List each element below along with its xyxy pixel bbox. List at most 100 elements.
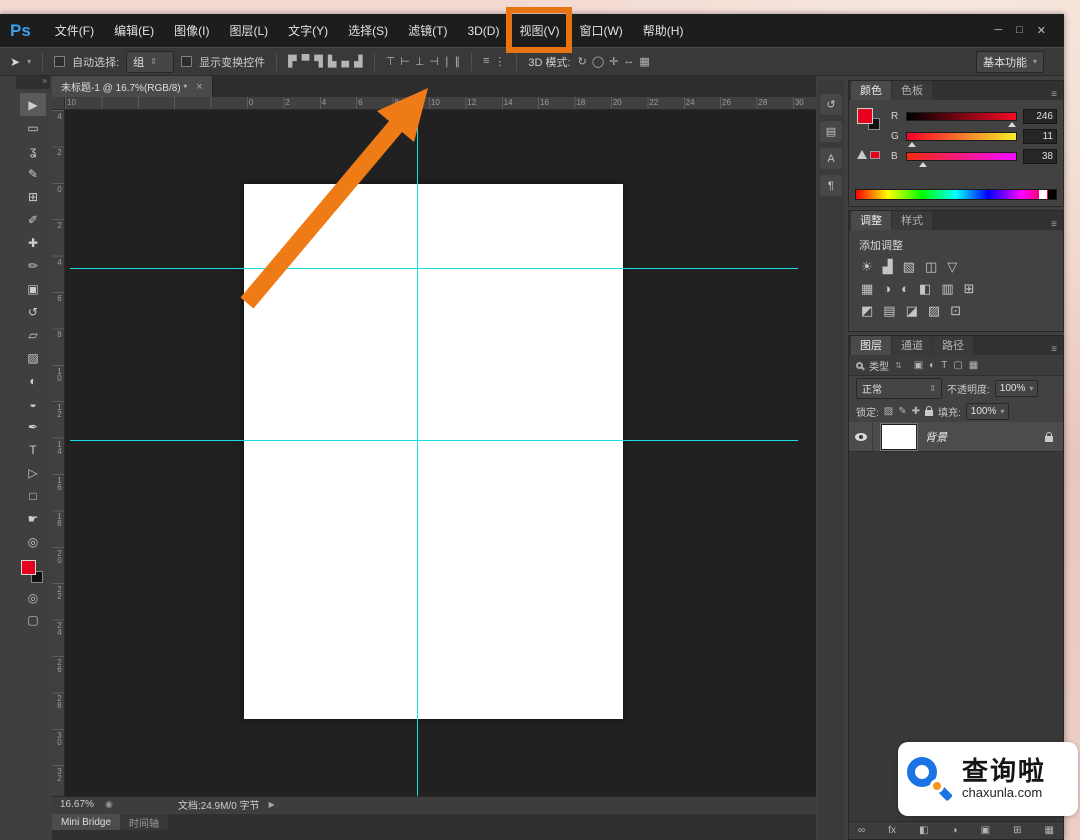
curves-icon[interactable]: ▧ (903, 259, 915, 275)
clone-stamp-tool[interactable]: ▣ (20, 277, 46, 300)
invert-icon[interactable]: ◩ (861, 303, 873, 319)
tab-channels[interactable]: 通道 (892, 336, 932, 355)
align-left-icon[interactable]: ▙ (328, 55, 336, 68)
filter-pixel-icon[interactable]: ▣ (914, 360, 923, 371)
tool-preset-caret-icon[interactable]: ▾ (27, 57, 31, 66)
exposure-icon[interactable]: ◫ (925, 259, 937, 275)
healing-brush-tool[interactable]: ✚ (20, 231, 46, 254)
filter-type-icon[interactable]: T (941, 360, 947, 371)
menu-type[interactable]: 文字(Y) (288, 22, 328, 39)
eyedropper-tool[interactable]: ✐ (20, 208, 46, 231)
zoom-tool[interactable]: ◎ (20, 530, 46, 553)
layer-style-icon[interactable]: fx (888, 825, 896, 836)
menu-help[interactable]: 帮助(H) (643, 22, 684, 39)
close-button[interactable]: ✕ (1037, 24, 1046, 37)
menu-filter[interactable]: 滤镜(T) (408, 22, 447, 39)
align-top-icon[interactable]: ▛ (288, 55, 296, 68)
menu-select[interactable]: 选择(S) (348, 22, 388, 39)
tab-styles[interactable]: 样式 (892, 211, 932, 230)
history-panel-icon[interactable]: ↺ (820, 94, 842, 115)
black-white-icon[interactable]: ◐ (901, 281, 909, 297)
path-select-tool[interactable]: ▷ (20, 461, 46, 484)
color-lookup-icon[interactable]: ⊞ (964, 281, 975, 297)
add-mask-icon[interactable]: ◧ (919, 825, 928, 836)
tab-mini-bridge[interactable]: Mini Bridge (52, 814, 121, 830)
lock-all-icon[interactable] (925, 406, 934, 416)
slider-thumb[interactable] (1007, 118, 1016, 127)
blue-channel-slider[interactable] (906, 151, 1017, 167)
character-panel-icon[interactable]: A (820, 148, 842, 169)
menu-image[interactable]: 图像(I) (174, 22, 209, 39)
zoom-level-field[interactable]: 16.67% (60, 799, 96, 810)
more-options-icon[interactable]: ⋮ (494, 55, 505, 68)
panel-menu-icon[interactable]: ≡ (1045, 219, 1063, 230)
tab-color[interactable]: 颜色 (851, 81, 891, 100)
hue-saturation-icon[interactable]: ▦ (861, 281, 873, 297)
menu-file[interactable]: 文件(F) (55, 22, 94, 39)
auto-select-dropdown[interactable]: 组 ⇕ (126, 50, 175, 73)
blue-channel-value[interactable]: 38 (1023, 148, 1057, 164)
distribute-right-icon[interactable]: ∥ (454, 55, 460, 68)
spectrum-white-chip[interactable] (1039, 190, 1047, 199)
red-channel-slider[interactable] (906, 111, 1017, 127)
filter-adjustment-icon[interactable]: ◐ (929, 360, 935, 371)
menu-edit[interactable]: 编辑(E) (114, 22, 154, 39)
marquee-tool[interactable]: ▭ (20, 116, 46, 139)
foreground-color-chip[interactable] (857, 108, 873, 124)
new-group-icon[interactable]: ▣ (981, 825, 990, 836)
slider-thumb[interactable] (919, 158, 928, 167)
blur-tool[interactable]: ◐ (20, 369, 46, 392)
tab-adjustments[interactable]: 调整 (851, 211, 891, 230)
tab-paths[interactable]: 路径 (933, 336, 973, 355)
crop-tool[interactable]: ⊞ (20, 185, 46, 208)
link-layers-icon[interactable]: ∞ (858, 825, 865, 836)
gradient-tool[interactable]: ▨ (20, 346, 46, 369)
3d-rotate-icon[interactable]: ↻ (578, 55, 587, 68)
show-transform-checkbox[interactable] (181, 56, 193, 67)
opacity-dropdown[interactable]: 100% ▾ (994, 379, 1039, 397)
delete-layer-icon[interactable]: ▦ (1045, 825, 1054, 836)
lasso-tool[interactable]: ʓ (20, 139, 46, 162)
blend-mode-dropdown[interactable]: 正常 ⇕ (856, 377, 942, 399)
move-tool[interactable]: ▶ (20, 93, 46, 116)
gradient-map-icon[interactable]: ▨ (928, 303, 940, 319)
toolbar-collapse-icon[interactable]: » (16, 76, 50, 89)
3d-slide-icon[interactable]: ↔ (623, 55, 634, 68)
channel-mixer-icon[interactable]: ▥ (941, 281, 953, 297)
eraser-tool[interactable]: ▱ (20, 323, 46, 346)
color-balance-icon[interactable]: ◑ (883, 281, 891, 297)
properties-panel-icon[interactable]: ▤ (820, 121, 842, 142)
3d-scale-icon[interactable]: ▦ (639, 55, 649, 68)
brightness-contrast-icon[interactable]: ☀ (861, 259, 873, 275)
filter-shape-icon[interactable]: ▢ (953, 360, 962, 371)
red-channel-value[interactable]: 246 (1023, 108, 1057, 124)
align-right-icon[interactable]: ▟ (354, 55, 362, 68)
levels-icon[interactable]: ▟ (883, 259, 893, 275)
layer-thumbnail[interactable] (880, 422, 918, 451)
gamut-color-chip[interactable] (870, 151, 880, 159)
foreground-color-swatch[interactable] (21, 560, 36, 575)
lock-pixels-icon[interactable]: ✎ (898, 406, 906, 417)
menu-3d[interactable]: 3D(D) (467, 24, 499, 38)
document-canvas[interactable] (244, 184, 623, 719)
3d-roll-icon[interactable]: ◯ (592, 55, 604, 68)
green-channel-value[interactable]: 11 (1023, 128, 1057, 144)
auto-align-icon[interactable]: ≡ (483, 55, 489, 68)
spectrum-black-chip[interactable] (1048, 190, 1056, 199)
top-ruler[interactable]: 10 0 2 4 6 8 10 12 14 16 18 20 22 24 26 28 30 (65, 97, 816, 110)
lock-position-icon[interactable]: ✚ (912, 406, 920, 417)
menu-layer[interactable]: 图层(L) (229, 22, 268, 39)
align-vcenter-icon[interactable]: ▀ (302, 55, 310, 68)
distribute-top-icon[interactable]: ⊤ (386, 55, 396, 68)
quick-select-tool[interactable]: ✎ (20, 162, 46, 185)
align-hcenter-icon[interactable]: ▄ (341, 55, 349, 68)
maximize-button[interactable]: □ (1016, 24, 1023, 37)
pen-tool[interactable]: ✒ (20, 415, 46, 438)
threshold-icon[interactable]: ◪ (906, 303, 918, 319)
slider-thumb[interactable] (908, 138, 917, 147)
dodge-tool[interactable]: ◒ (20, 392, 46, 415)
left-ruler[interactable]: 4 2 0 2 4 6 8 10 12 14 16 18 20 22 24 26 28 30 32 (52, 110, 65, 796)
lock-transparent-icon[interactable]: ▨ (884, 406, 893, 417)
color-spectrum-bar[interactable] (855, 189, 1057, 200)
align-bottom-icon[interactable]: ▜ (314, 55, 322, 68)
